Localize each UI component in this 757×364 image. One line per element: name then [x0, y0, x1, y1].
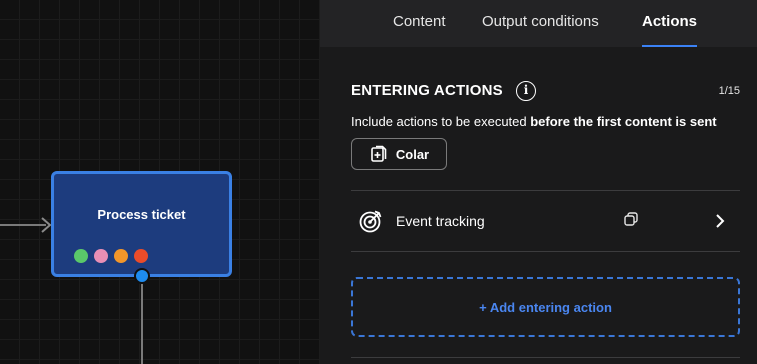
- node-output-handle[interactable]: [134, 268, 150, 284]
- channel-dot: [94, 249, 108, 263]
- channel-dot: [114, 249, 128, 263]
- channel-dot: [74, 249, 88, 263]
- copy-icon[interactable]: [623, 211, 639, 227]
- divider: [351, 357, 740, 358]
- paste-button[interactable]: Colar: [351, 138, 447, 170]
- tab-output-conditions[interactable]: Output conditions: [482, 0, 599, 47]
- description-emphasis: before the first content is sent: [530, 114, 717, 129]
- paste-button-label: Colar: [395, 146, 430, 162]
- tab-actions[interactable]: Actions: [642, 0, 698, 47]
- tab-bar: Content Output conditions Actions: [320, 0, 757, 47]
- description-text: Include actions to be executed: [351, 114, 531, 129]
- block-settings-panel: Content Output conditions Actions ENTERI…: [320, 0, 757, 364]
- section-title: ENTERING ACTIONS: [351, 82, 503, 99]
- outgoing-connection-line: [141, 284, 143, 364]
- paste-icon: [371, 145, 387, 162]
- divider: [351, 190, 740, 191]
- chevron-right-icon[interactable]: [713, 213, 727, 229]
- action-label: Event tracking: [396, 213, 485, 229]
- node-channel-dots: [74, 249, 148, 263]
- node-title: Process ticket: [97, 207, 186, 222]
- tab-content[interactable]: Content: [393, 0, 446, 47]
- flow-canvas[interactable]: Process ticket: [0, 0, 320, 364]
- section-description: Include actions to be executed before th…: [351, 114, 717, 129]
- action-item-event-tracking[interactable]: Event tracking: [351, 192, 740, 250]
- actions-counter: 1/15: [718, 85, 740, 97]
- divider: [351, 251, 740, 252]
- add-entering-action-button[interactable]: + Add entering action: [351, 277, 740, 337]
- info-icon[interactable]: i: [516, 81, 536, 101]
- target-icon: [359, 210, 382, 233]
- channel-dot: [134, 249, 148, 263]
- flow-node-process-ticket[interactable]: Process ticket: [51, 171, 232, 277]
